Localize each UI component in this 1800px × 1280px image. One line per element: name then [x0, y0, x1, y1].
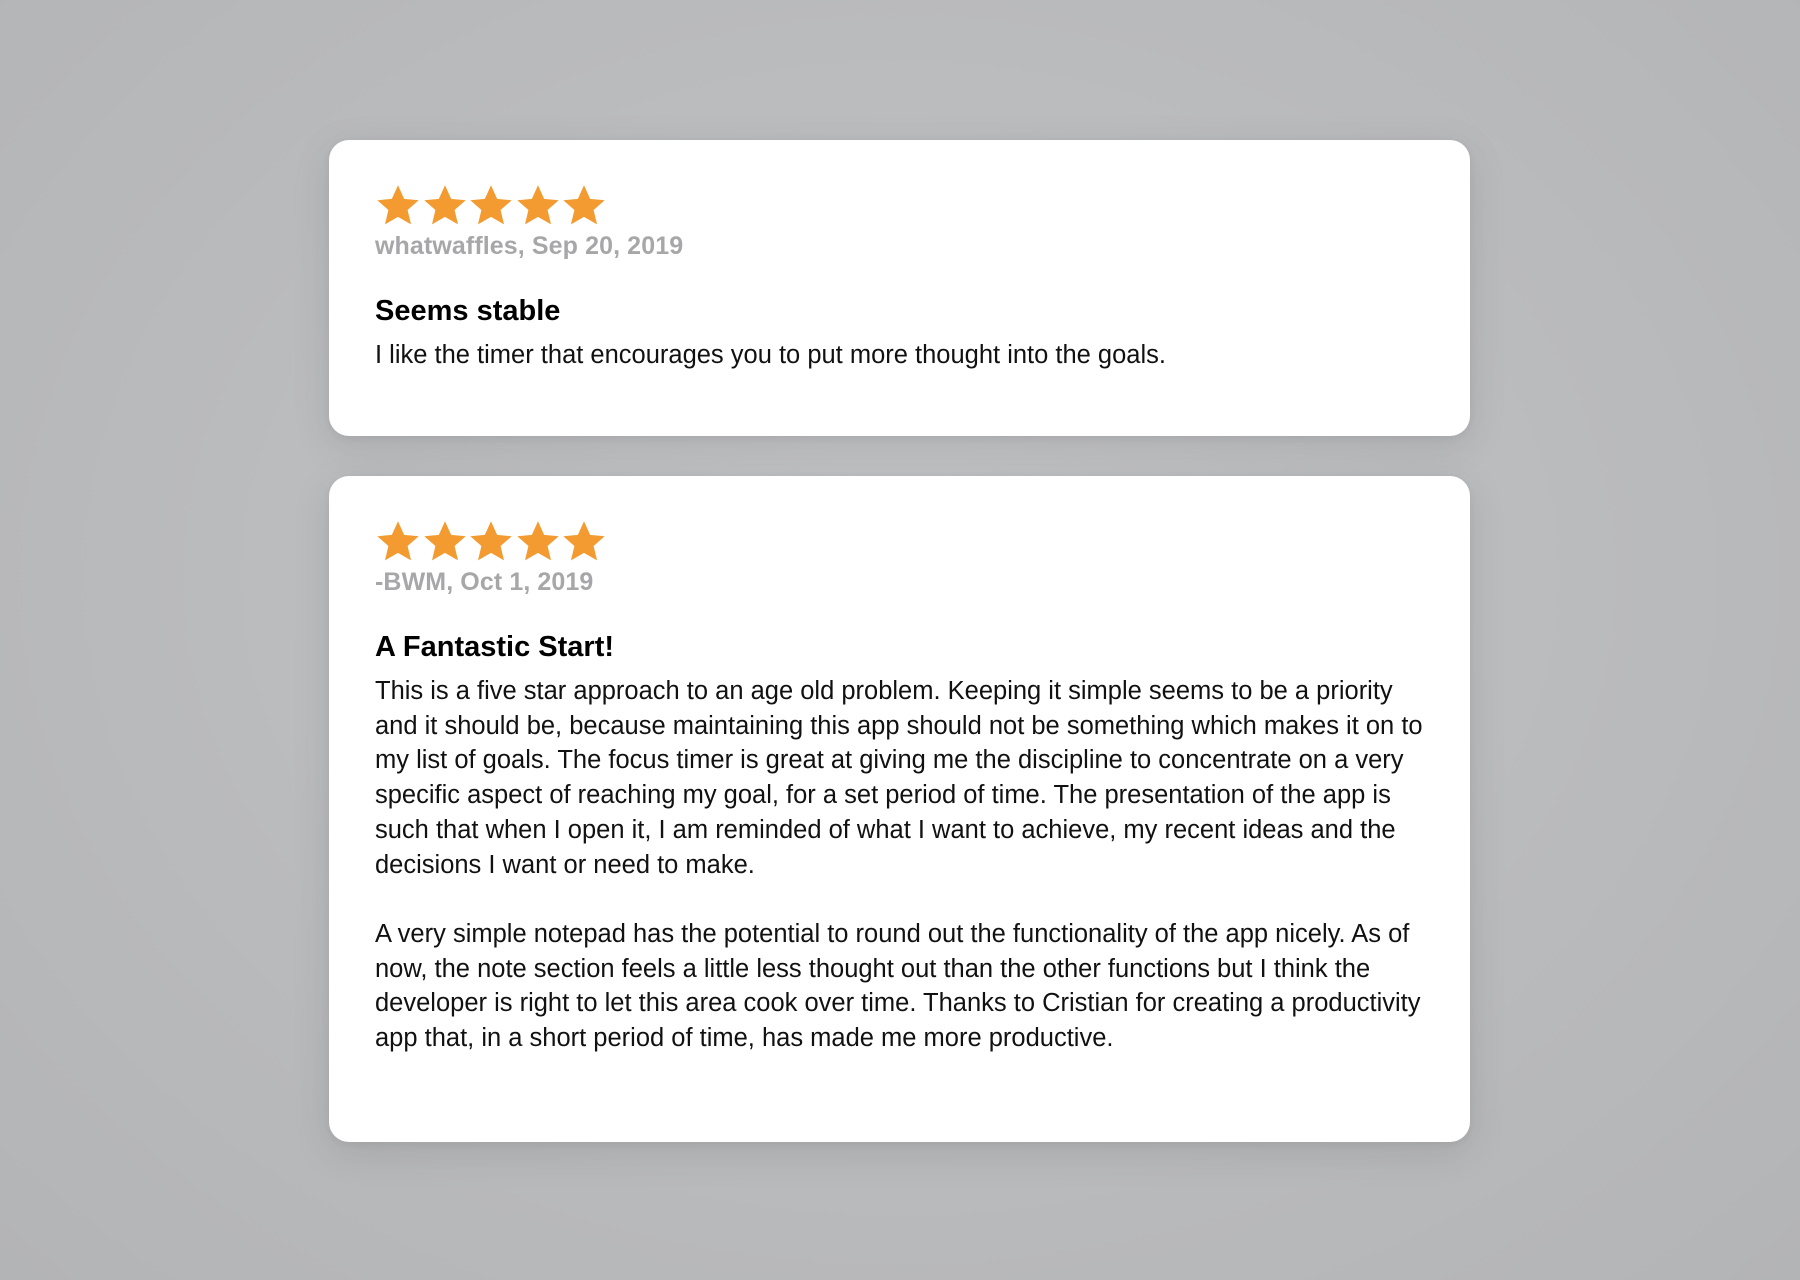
review-author-date: -BWM, Oct 1, 2019 — [375, 568, 594, 596]
star-icon — [515, 183, 561, 229]
star-rating — [375, 182, 1424, 230]
review-body: I like the timer that encourages you to … — [375, 338, 1424, 373]
star-icon — [422, 519, 468, 565]
star-icon — [375, 519, 421, 565]
review-list: whatwaffles, Sep 20, 2019 Seems stable I… — [329, 140, 1470, 1182]
review-paragraph: This is a five star approach to an age o… — [375, 677, 1423, 879]
star-icon — [561, 183, 607, 229]
star-icon — [468, 183, 514, 229]
star-icon — [422, 183, 468, 229]
review-title: Seems stable — [375, 295, 561, 327]
review-card: whatwaffles, Sep 20, 2019 Seems stable I… — [329, 140, 1470, 436]
review-card: -BWM, Oct 1, 2019 A Fantastic Start! Thi… — [329, 476, 1470, 1142]
review-paragraph: A very simple notepad has the potential … — [375, 919, 1421, 1053]
review-paragraph: I like the timer that encourages you to … — [375, 341, 1166, 369]
star-icon — [468, 519, 514, 565]
star-rating — [375, 518, 1424, 566]
star-icon — [375, 183, 421, 229]
star-icon — [515, 519, 561, 565]
review-title: A Fantastic Start! — [375, 631, 615, 663]
review-author-date: whatwaffles, Sep 20, 2019 — [375, 232, 684, 260]
star-icon — [561, 519, 607, 565]
review-body: This is a five star approach to an age o… — [375, 674, 1424, 1056]
